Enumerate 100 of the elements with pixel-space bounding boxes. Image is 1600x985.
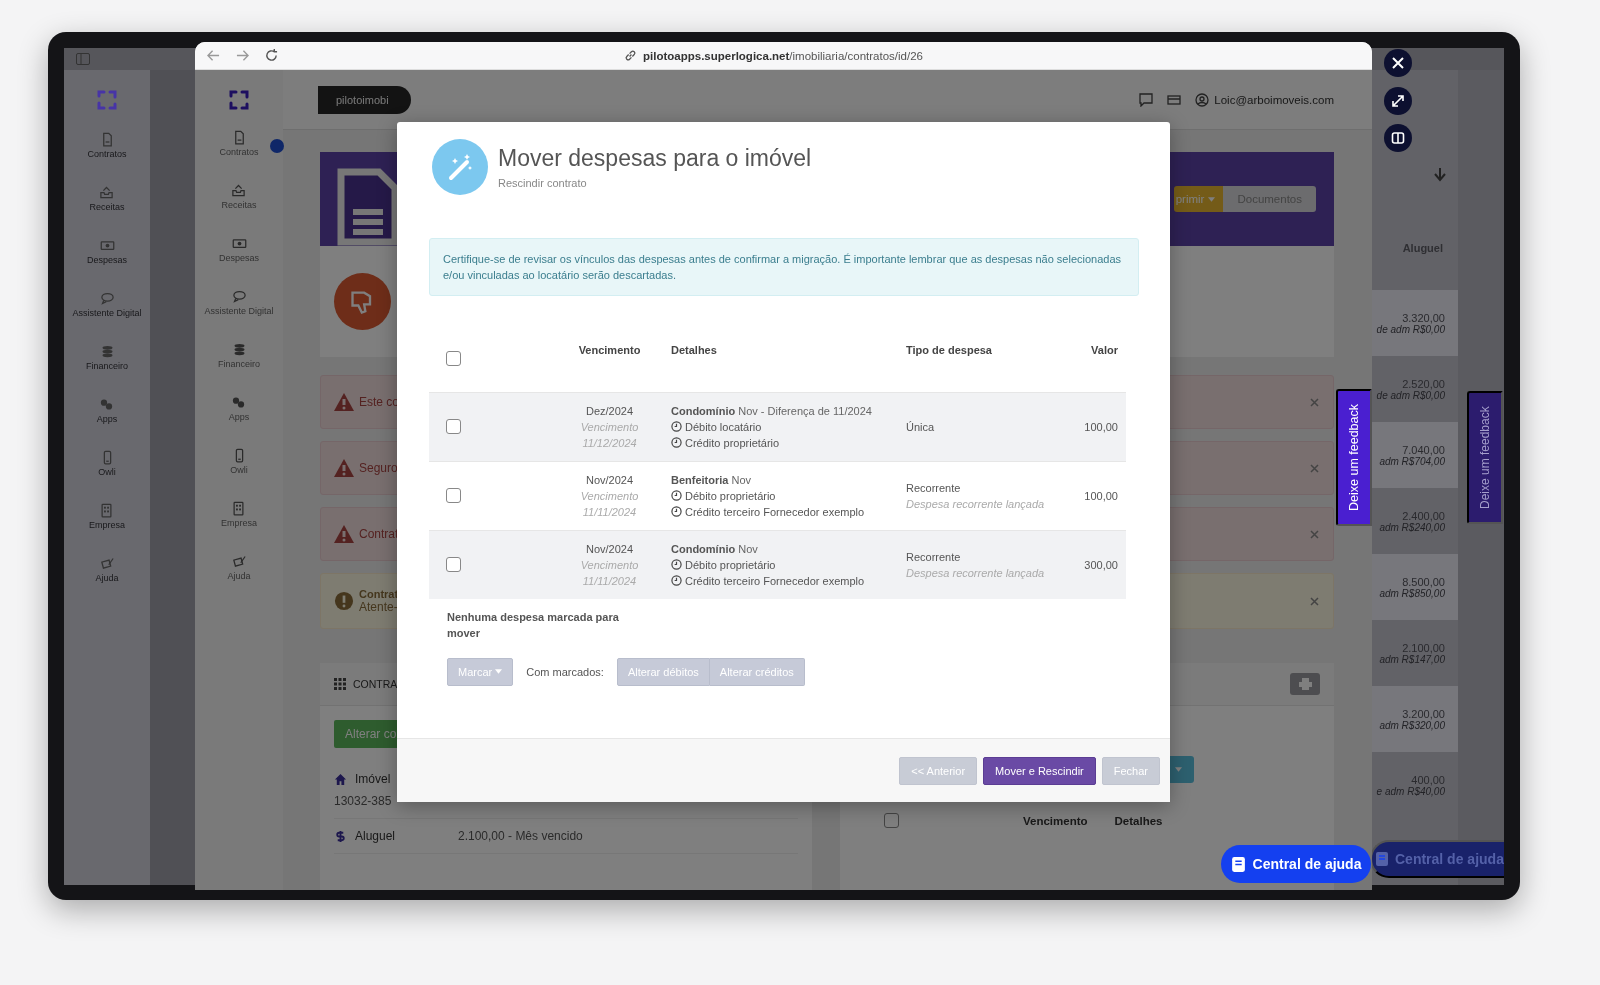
chat-icon[interactable]: [1139, 92, 1154, 107]
month-text: Nov/2024: [584, 472, 635, 488]
checkbox[interactable]: [446, 488, 461, 503]
sidebar-toggle-icon[interactable]: [76, 53, 90, 65]
help-center-button[interactable]: Central de ajuda: [1221, 845, 1371, 883]
entry-text: Crédito terceiro Fornecedor exemplo: [685, 573, 865, 589]
address-bar[interactable]: pilotoapps.superlogica.net/imobiliaria/contratos/id/26: [643, 49, 923, 62]
header-button[interactable]: primir: [1173, 186, 1224, 212]
logo-icon: [95, 88, 119, 112]
field-label: Imóvel: [355, 772, 392, 786]
entry-text: Crédito proprietário: [685, 435, 780, 451]
warning-icon: [333, 458, 355, 478]
checkbox[interactable]: [446, 419, 461, 434]
due-label: Vencimento: [579, 419, 640, 435]
book-icon: [1230, 855, 1246, 873]
amount-text: 100,00: [1084, 489, 1118, 502]
dialog-button[interactable]: Mover e Rescindir: [983, 756, 1096, 785]
expense-type: Recorrente: [906, 481, 962, 494]
drafting-icon: [231, 554, 247, 569]
due-label: Vencimento: [579, 557, 640, 573]
table-cell: adm R$320,00: [1379, 719, 1445, 731]
help-center-button[interactable]: Central de ajuda: [1370, 840, 1504, 878]
reload-icon[interactable]: [265, 49, 278, 62]
close-icon[interactable]: [1310, 397, 1319, 407]
table-cell: adm R$704,00: [1379, 455, 1445, 467]
alert-text: Atente-: [359, 600, 399, 614]
amount-text: 100,00: [1084, 420, 1118, 433]
logo-icon: [227, 88, 251, 112]
print-button[interactable]: [1290, 673, 1320, 695]
sidebar-item[interactable]: Contratos: [87, 132, 127, 185]
close-icon[interactable]: [1310, 596, 1319, 606]
back-icon[interactable]: [207, 49, 220, 62]
dollar-icon: [334, 829, 347, 843]
sidebar-item[interactable]: Financeiro: [218, 342, 260, 395]
due-label: Vencimento: [579, 488, 640, 504]
column-header: Vencimento: [1023, 814, 1088, 827]
table-cell: e adm R$40,00: [1376, 785, 1445, 797]
clock-icon: [671, 437, 682, 448]
month-text: Nov/2024: [584, 541, 635, 557]
card-title: CONTRA: [353, 678, 398, 690]
table-cell: 3.320,00: [1402, 311, 1445, 324]
user-menu[interactable]: Loic@arboimoveis.com: [1195, 92, 1334, 107]
split-view-icon: [1391, 131, 1405, 145]
grid-icon: [334, 678, 346, 690]
empty-message: Nenhuma despesa marcada para mover: [447, 609, 620, 641]
type-note: Despesa recorrente lançada: [906, 497, 1046, 510]
feedback-tab[interactable]: Deixe um feedback: [1467, 391, 1503, 524]
sidebar-item[interactable]: Financeiro: [86, 344, 128, 397]
download-arrow-icon[interactable]: [1434, 168, 1446, 182]
entry-text: Débito proprietário: [685, 557, 776, 573]
tray-icon: [99, 185, 115, 200]
checkbox[interactable]: [884, 813, 899, 828]
chat-bubble-icon: [231, 289, 247, 304]
sidebar-item[interactable]: Assistente Digital: [204, 289, 274, 342]
sidebar-item[interactable]: Receitas: [89, 185, 125, 238]
table-cell: adm R$850,00: [1379, 587, 1445, 599]
info-badge-icon: [270, 139, 284, 153]
dialog-title: Mover despesas para o imóvel: [498, 145, 812, 172]
column-header: Valor: [1091, 344, 1118, 356]
banknote-icon: [99, 238, 115, 253]
sidebar-item[interactable]: Apps: [96, 397, 118, 450]
alert-text: Seguro: [359, 461, 398, 475]
month-text: Dez/2024: [584, 403, 635, 419]
caret-icon: [1208, 196, 1216, 202]
warning-icon: [333, 392, 355, 412]
sidebar-item[interactable]: Empresa: [221, 501, 257, 554]
account-pill[interactable]: pilotoimobi: [318, 85, 411, 114]
entry-text: Débito locatário: [685, 419, 762, 435]
feedback-tab[interactable]: Deixe um feedback: [1336, 389, 1372, 526]
sidebar-item[interactable]: Ajuda: [227, 554, 251, 607]
card-icon[interactable]: [1167, 92, 1182, 107]
entry-text: Crédito terceiro Fornecedor exemplo: [685, 504, 865, 520]
sidebar-item[interactable]: Contratos: [219, 130, 259, 183]
expense-type: Única: [906, 420, 936, 433]
close-icon[interactable]: [1310, 529, 1319, 539]
magic-wand-icon: [432, 139, 488, 195]
sidebar-item[interactable]: Despesas: [219, 236, 259, 289]
clock-icon: [671, 559, 682, 570]
sidebar-item[interactable]: Despesas: [87, 238, 127, 291]
sidebar-item[interactable]: Receitas: [221, 183, 257, 236]
home-icon: [334, 772, 347, 786]
column-header: Detalhes: [671, 344, 717, 356]
checkbox[interactable]: [446, 557, 461, 572]
sidebar-item[interactable]: Owli: [98, 450, 116, 503]
close-icon: [1391, 56, 1405, 70]
sidebar-item[interactable]: Empresa: [89, 503, 125, 556]
field-value: 13032-385: [334, 794, 393, 808]
sidebar-item[interactable]: Owli: [230, 448, 248, 501]
sidebar-item[interactable]: Ajuda: [95, 556, 119, 609]
table-cell: 7.040,00: [1402, 443, 1445, 456]
forward-icon[interactable]: [236, 49, 249, 62]
expense-title: Condomínio Nov: [671, 541, 759, 557]
sidebar-item[interactable]: Assistente Digital: [72, 291, 142, 344]
close-icon[interactable]: [1310, 463, 1319, 473]
checkbox[interactable]: [446, 351, 461, 367]
table-cell: 8.500,00: [1402, 575, 1445, 588]
sidebar-item[interactable]: Apps: [228, 395, 250, 448]
bulk-label: Com marcados:: [526, 665, 604, 678]
caret-icon: [495, 669, 503, 674]
mark-dropdown-button[interactable]: Marcar: [447, 657, 514, 686]
